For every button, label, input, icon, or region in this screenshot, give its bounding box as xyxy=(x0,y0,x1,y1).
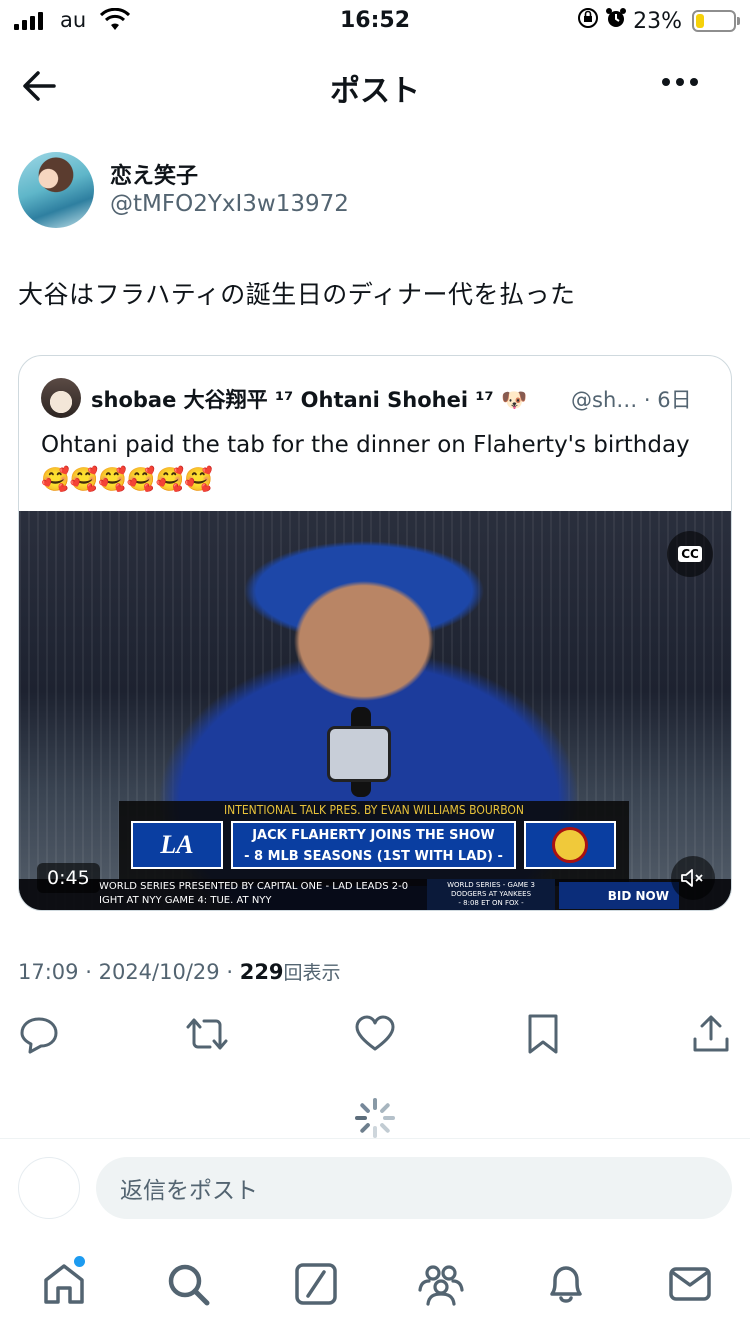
show-logo xyxy=(524,821,616,869)
orientation-lock-icon xyxy=(577,7,599,35)
view-count: 229 xyxy=(239,960,284,984)
like-icon[interactable] xyxy=(354,1013,398,1057)
author-name[interactable]: 恋え笑子 xyxy=(110,158,198,190)
quote-text: Ohtani paid the tab for the dinner on Fl… xyxy=(41,432,690,493)
mic-flag xyxy=(327,726,391,782)
reply-icon[interactable] xyxy=(18,1013,62,1057)
ticker-game-box: WORLD SERIES - GAME 3 DODGERS AT YANKEES… xyxy=(427,879,555,910)
avatar[interactable] xyxy=(18,152,94,228)
dodgers-logo: LA xyxy=(131,821,223,869)
battery-level xyxy=(696,14,705,28)
quote-avatar[interactable] xyxy=(41,378,81,418)
tab-bar xyxy=(0,1256,750,1316)
mute-icon[interactable] xyxy=(671,856,715,900)
search-icon[interactable] xyxy=(164,1260,212,1308)
quote-author-handle: @sh… · 6日 xyxy=(571,388,692,412)
battery-icon xyxy=(692,10,740,32)
share-icon[interactable] xyxy=(690,1013,734,1057)
status-bar: au 16:52 23% xyxy=(0,0,750,44)
grok-icon[interactable] xyxy=(292,1260,340,1308)
captions-icon[interactable]: CC xyxy=(667,531,713,577)
reply-avatar[interactable] xyxy=(18,1157,80,1219)
author-handle[interactable]: @tMFO2YxI3w13972 xyxy=(110,191,349,217)
post-meta: 17:09 · 2024/10/29 · 229回表示 xyxy=(18,960,341,984)
page-title: ポスト xyxy=(330,74,420,109)
ticker-text: WORLD SERIES PRESENTED BY CAPITAL ONE - … xyxy=(99,881,409,906)
bookmark-icon[interactable] xyxy=(522,1013,566,1057)
reply-input[interactable]: 返信をポスト xyxy=(96,1157,732,1219)
video-player[interactable]: CC INTENTIONAL TALK PRES. BY EVAN WILLIA… xyxy=(19,511,731,910)
quoted-post[interactable]: shobae 大谷翔平 ¹⁷ Ohtani Shohei ¹⁷ 🐶 @sh… ·… xyxy=(18,355,732,911)
action-bar xyxy=(0,1013,750,1059)
battery-percent: 23% xyxy=(633,8,682,34)
post-text: 大谷はフラハティの誕生日のディナー代を払った xyxy=(18,280,576,309)
top-nav: ポスト xyxy=(0,50,750,120)
score-ticker: WORLD SERIES PRESENTED BY CAPITAL ONE - … xyxy=(19,879,731,910)
loading-spinner-icon xyxy=(354,1097,396,1139)
headline-line2: - 8 MLB SEASONS (1ST WITH LAD) - xyxy=(244,849,503,864)
headline-line1: JACK FLAHERTY JOINS THE SHOW xyxy=(252,828,495,843)
video-duration: 0:45 xyxy=(37,863,100,893)
messages-icon[interactable] xyxy=(666,1260,714,1308)
repost-icon[interactable] xyxy=(184,1013,228,1057)
more-icon[interactable] xyxy=(662,78,698,86)
notifications-icon[interactable] xyxy=(542,1260,590,1308)
lower-third-headline: JACK FLAHERTY JOINS THE SHOW - 8 MLB SEA… xyxy=(231,821,516,869)
communities-icon[interactable] xyxy=(416,1260,464,1308)
lower-third-title: INTENTIONAL TALK PRES. BY EVAN WILLIAMS … xyxy=(223,803,524,817)
post-date: 2024/10/29 xyxy=(98,960,220,984)
ticker-bid-now: BID NOW xyxy=(559,882,679,909)
home-icon[interactable] xyxy=(40,1260,88,1308)
alarm-icon xyxy=(605,7,627,35)
divider xyxy=(0,1138,750,1139)
home-badge-dot xyxy=(74,1256,85,1267)
lower-third: INTENTIONAL TALK PRES. BY EVAN WILLIAMS … xyxy=(119,801,629,886)
post-time: 17:09 xyxy=(18,960,79,984)
quote-author-name: shobae 大谷翔平 ¹⁷ Ohtani Shohei ¹⁷ 🐶 xyxy=(91,388,528,412)
view-label: 回表示 xyxy=(283,962,341,984)
